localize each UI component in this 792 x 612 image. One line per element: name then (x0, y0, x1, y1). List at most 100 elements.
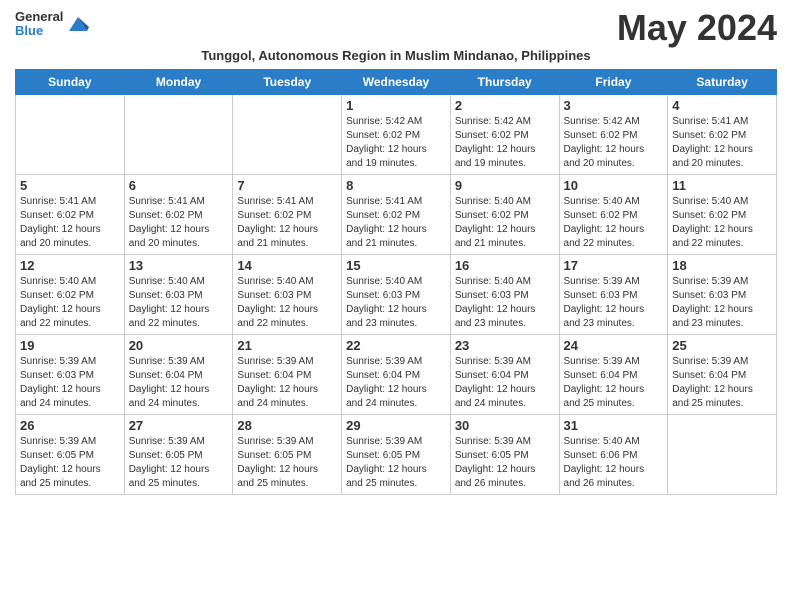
day-info: Sunrise: 5:41 AMSunset: 6:02 PMDaylight:… (237, 195, 337, 251)
calendar-cell: 18 Sunrise: 5:39 AMSunset: 6:03 PMDayligh… (668, 255, 777, 335)
calendar-cell: 19Sunrise: 5:39 AMSunset: 6:03 PMDayligh… (16, 335, 125, 415)
day-number: 21 (237, 338, 337, 353)
day-number: 3 (564, 98, 664, 113)
day-info: Sunrise: 5:39 AMSunset: 6:05 PMDaylight:… (129, 435, 229, 491)
day-info: Sunrise: 5:39 AMSunset: 6:04 PMDaylight:… (564, 355, 664, 411)
day-info: Sunrise: 5:40 AMSunset: 6:03 PMDaylight:… (455, 275, 555, 331)
day-info: Sunrise: 5:39 AMSunset: 6:04 PMDaylight:… (455, 355, 555, 411)
day-info: Sunrise: 5:39 AMSunset: 6:04 PMDaylight:… (346, 355, 446, 411)
day-number: 25 (672, 338, 772, 353)
calendar-cell: 31 Sunrise: 5:40 AMSunset: 6:06 PMDayligh… (559, 415, 668, 495)
calendar-cell: 22 Sunrise: 5:39 AMSunset: 6:04 PMDayligh… (342, 335, 451, 415)
calendar-cell: 16 Sunrise: 5:40 AMSunset: 6:03 PMDayligh… (450, 255, 559, 335)
day-number: 15 (346, 258, 446, 273)
calendar-cell: 28 Sunrise: 5:39 AMSunset: 6:05 PMDayligh… (233, 415, 342, 495)
day-number: 14 (237, 258, 337, 273)
day-number: 24 (564, 338, 664, 353)
day-info: Sunrise: 5:39 AMSunset: 6:03 PMDaylight:… (672, 275, 772, 331)
calendar-subtitle: Tunggol, Autonomous Region in Muslim Min… (15, 48, 777, 63)
calendar-cell: 1 Sunrise: 5:42 AMSunset: 6:02 PMDaylight… (342, 95, 451, 175)
calendar-cell: 20Sunrise: 5:39 AMSunset: 6:04 PMDayligh… (124, 335, 233, 415)
day-info: Sunrise: 5:40 AMSunset: 6:03 PMDaylight:… (237, 275, 337, 331)
calendar-cell: 11 Sunrise: 5:40 AMSunset: 6:02 PMDayligh… (668, 175, 777, 255)
calendar-table: SundayMondayTuesdayWednesdayThursdayFrid… (15, 69, 777, 495)
day-info: Sunrise: 5:39 AMSunset: 6:05 PMDaylight:… (455, 435, 555, 491)
calendar-cell: 12 Sunrise: 5:40 AMSunset: 6:02 PMDayligh… (16, 255, 125, 335)
month-title: May 2024 (617, 10, 777, 46)
day-number: 16 (455, 258, 555, 273)
column-header-tuesday: Tuesday (233, 70, 342, 95)
day-info: Sunrise: 5:39 AMSunset: 6:03 PMDaylight:… (564, 275, 664, 331)
day-info: Sunrise: 5:39 AMSunset: 6:05 PMDaylight:… (237, 435, 337, 491)
calendar-cell: 24 Sunrise: 5:39 AMSunset: 6:04 PMDayligh… (559, 335, 668, 415)
calendar-cell (668, 415, 777, 495)
day-number: 29 (346, 418, 446, 433)
column-header-monday: Monday (124, 70, 233, 95)
calendar-cell: 26 Sunrise: 5:39 AMSunset: 6:05 PMDayligh… (16, 415, 125, 495)
day-info: Sunrise: 5:40 AMSunset: 6:02 PMDaylight:… (564, 195, 664, 251)
day-number: 10 (564, 178, 664, 193)
calendar-cell: 5 Sunrise: 5:41 AMSunset: 6:02 PMDaylight… (16, 175, 125, 255)
day-info: Sunrise: 5:42 AMSunset: 6:02 PMDaylight:… (564, 115, 664, 171)
calendar-cell: 23 Sunrise: 5:39 AMSunset: 6:04 PMDayligh… (450, 335, 559, 415)
calendar-cell: 10 Sunrise: 5:40 AMSunset: 6:02 PMDayligh… (559, 175, 668, 255)
day-number: 30 (455, 418, 555, 433)
day-info: Sunrise: 5:41 AMSunset: 6:02 PMDaylight:… (346, 195, 446, 251)
day-number: 7 (237, 178, 337, 193)
day-info: Sunrise: 5:40 AMSunset: 6:02 PMDaylight:… (672, 195, 772, 251)
day-number: 9 (455, 178, 555, 193)
page-header: General Blue May 2024 (15, 10, 777, 46)
logo-text-blue: Blue (15, 24, 63, 38)
day-info: Sunrise: 5:41 AMSunset: 6:02 PMDaylight:… (20, 195, 120, 251)
calendar-cell (233, 95, 342, 175)
calendar-cell: 9 Sunrise: 5:40 AMSunset: 6:02 PMDaylight… (450, 175, 559, 255)
calendar-cell: 25 Sunrise: 5:39 AMSunset: 6:04 PMDayligh… (668, 335, 777, 415)
day-info: Sunrise: 5:39 AMSunset: 6:04 PMDaylight:… (237, 355, 337, 411)
calendar-header-row: SundayMondayTuesdayWednesdayThursdayFrid… (16, 70, 777, 95)
day-info: Sunrise: 5:42 AMSunset: 6:02 PMDaylight:… (346, 115, 446, 171)
day-info: Sunrise: 5:40 AMSunset: 6:02 PMDaylight:… (20, 275, 120, 331)
calendar-cell: 2Sunrise: 5:42 AMSunset: 6:02 PMDaylight… (450, 95, 559, 175)
calendar-cell (16, 95, 125, 175)
day-number: 23 (455, 338, 555, 353)
day-number: 17 (564, 258, 664, 273)
week-row-2: 5 Sunrise: 5:41 AMSunset: 6:02 PMDaylight… (16, 175, 777, 255)
logo-text-general: General (15, 10, 63, 24)
calendar-cell (124, 95, 233, 175)
day-info: Sunrise: 5:40 AMSunset: 6:02 PMDaylight:… (455, 195, 555, 251)
week-row-5: 26 Sunrise: 5:39 AMSunset: 6:05 PMDayligh… (16, 415, 777, 495)
calendar-cell: 14 Sunrise: 5:40 AMSunset: 6:03 PMDayligh… (233, 255, 342, 335)
day-info: Sunrise: 5:39 AMSunset: 6:05 PMDaylight:… (20, 435, 120, 491)
day-number: 26 (20, 418, 120, 433)
day-number: 1 (346, 98, 446, 113)
day-number: 8 (346, 178, 446, 193)
day-number: 28 (237, 418, 337, 433)
logo-icon (67, 13, 89, 35)
week-row-4: 19Sunrise: 5:39 AMSunset: 6:03 PMDayligh… (16, 335, 777, 415)
day-number: 12 (20, 258, 120, 273)
calendar-cell: 3 Sunrise: 5:42 AMSunset: 6:02 PMDaylight… (559, 95, 668, 175)
day-number: 4 (672, 98, 772, 113)
calendar-cell: 29 Sunrise: 5:39 AMSunset: 6:05 PMDayligh… (342, 415, 451, 495)
day-number: 5 (20, 178, 120, 193)
day-number: 20 (129, 338, 229, 353)
day-info: Sunrise: 5:40 AMSunset: 6:03 PMDaylight:… (346, 275, 446, 331)
day-number: 13 (129, 258, 229, 273)
column-header-wednesday: Wednesday (342, 70, 451, 95)
calendar-cell: 4Sunrise: 5:41 AMSunset: 6:02 PMDaylight… (668, 95, 777, 175)
day-info: Sunrise: 5:39 AMSunset: 6:04 PMDaylight:… (672, 355, 772, 411)
day-number: 31 (564, 418, 664, 433)
column-header-thursday: Thursday (450, 70, 559, 95)
day-info: Sunrise: 5:40 AMSunset: 6:03 PMDaylight:… (129, 275, 229, 331)
column-header-saturday: Saturday (668, 70, 777, 95)
day-number: 22 (346, 338, 446, 353)
day-number: 18 (672, 258, 772, 273)
calendar-cell: 8 Sunrise: 5:41 AMSunset: 6:02 PMDaylight… (342, 175, 451, 255)
day-info: Sunrise: 5:39 AMSunset: 6:05 PMDaylight:… (346, 435, 446, 491)
day-number: 11 (672, 178, 772, 193)
calendar-cell: 30 Sunrise: 5:39 AMSunset: 6:05 PMDayligh… (450, 415, 559, 495)
column-header-friday: Friday (559, 70, 668, 95)
calendar-cell: 7 Sunrise: 5:41 AMSunset: 6:02 PMDaylight… (233, 175, 342, 255)
day-info: Sunrise: 5:40 AMSunset: 6:06 PMDaylight:… (564, 435, 664, 491)
calendar-cell: 13 Sunrise: 5:40 AMSunset: 6:03 PMDayligh… (124, 255, 233, 335)
